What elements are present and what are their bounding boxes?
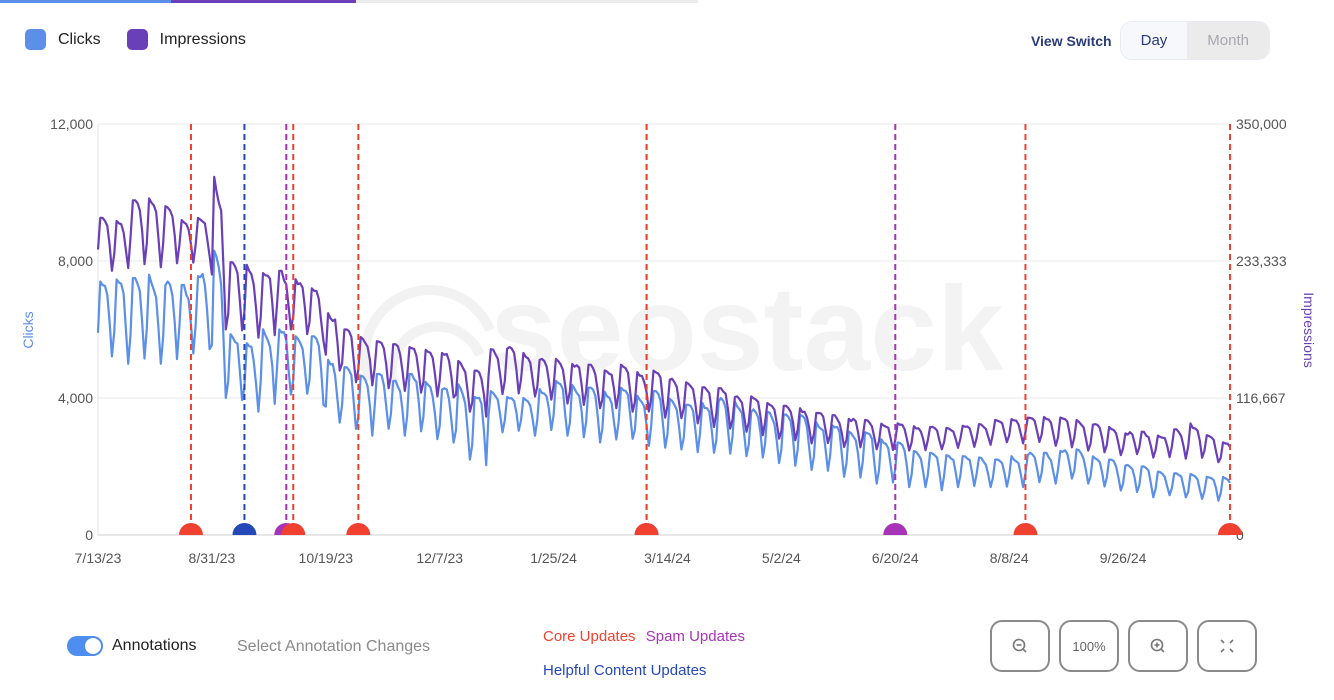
annotation-marker-icon	[178, 523, 203, 535]
annotation-marker-icon	[1218, 523, 1242, 535]
select-annotation-changes[interactable]: Select Annotation Changes	[237, 638, 430, 656]
x-tick-label: 9/26/24	[1100, 550, 1147, 566]
annotation-legend: Core Updates Spam Updates Helpful Conten…	[543, 620, 745, 688]
zoom-controls: 100%	[990, 620, 1257, 672]
x-tick-label: 5/2/24	[762, 550, 801, 566]
watermark-logo-icon	[360, 285, 495, 392]
annotations-toggle-group: Annotations	[67, 636, 197, 656]
annotation-marker-icon	[883, 523, 908, 535]
y-right-tick-label: 350,000	[1236, 116, 1287, 132]
x-axis: 7/13/23 8/31/23 10/19/23 12/7/23 1/25/24 3/14…	[75, 550, 1147, 566]
legend-label-impressions: Impressions	[159, 30, 246, 48]
y-axis-left: 0 4,000 8,000 12,000	[50, 116, 93, 543]
zoom-level-button[interactable]: 100%	[1059, 620, 1119, 672]
annotation-marker-icon	[634, 523, 659, 535]
fit-screen-icon	[1220, 639, 1234, 653]
clicks-swatch-icon	[25, 29, 46, 50]
x-tick-label: 7/13/23	[75, 550, 122, 566]
view-month-button[interactable]: Month	[1187, 22, 1269, 59]
view-switch-group: Day Month	[1119, 21, 1270, 60]
zoom-out-button[interactable]	[990, 620, 1050, 672]
x-tick-label: 1/25/24	[530, 550, 577, 566]
x-tick-label: 10/19/23	[299, 550, 354, 566]
zoom-in-button[interactable]	[1128, 620, 1188, 672]
fit-screen-button[interactable]	[1197, 620, 1257, 672]
x-tick-label: 6/20/24	[872, 550, 919, 566]
chart-footer: Annotations Select Annotation Changes Co…	[0, 610, 1334, 700]
watermark-text: seostack	[490, 262, 1004, 396]
annotations-toggle[interactable]	[67, 636, 103, 656]
view-day-button[interactable]: Day	[1120, 22, 1188, 59]
legend-item-clicks[interactable]: Clicks	[25, 29, 101, 50]
view-switch-label: View Switch	[1030, 32, 1112, 49]
y-left-tick-label: 4,000	[58, 390, 93, 406]
annotation-legend-core[interactable]: Core Updates	[543, 628, 636, 645]
legend-label-clicks: Clicks	[58, 30, 101, 48]
chart-legend: Clicks Impressions	[25, 29, 272, 50]
progress-segment-clicks	[0, 0, 171, 3]
annotation-marker-icon	[232, 523, 257, 535]
zoom-in-icon	[1150, 638, 1165, 653]
impressions-swatch-icon	[126, 29, 148, 50]
progress-bar	[0, 0, 698, 3]
y-axis-right: 0116,667233,333350,000	[1236, 116, 1287, 543]
view-switch: View Switch Day Month	[1031, 21, 1270, 60]
x-tick-label: 8/8/24	[990, 550, 1029, 566]
line-chart: seostack 0 4,000 8,000 12,000 0 116,667 233,3…	[20, 116, 1317, 566]
legend-item-impressions[interactable]: Impressions	[126, 29, 246, 50]
y-right-tick-label: 116,667	[1236, 390, 1286, 406]
y-left-tick-label: 8,000	[58, 253, 93, 269]
progress-segment-impressions	[170, 0, 357, 3]
zoom-out-icon	[1012, 638, 1027, 653]
y-left-tick-label: 12,000	[50, 116, 93, 132]
watermark: seostack	[360, 262, 1004, 396]
x-tick-label: 12/7/23	[416, 550, 463, 566]
toggle-knob	[85, 638, 101, 654]
x-tick-label: 3/14/24	[644, 550, 691, 566]
annotation-marker-icon	[1013, 523, 1038, 535]
annotation-legend-helpful[interactable]: Helpful Content Updates	[543, 662, 706, 679]
annotation-marker-icon	[346, 523, 371, 535]
y-right-tick-label: 233,333	[1236, 253, 1287, 269]
x-tick-label: 8/31/23	[189, 550, 236, 566]
annotation-legend-spam[interactable]: Spam Updates	[646, 628, 745, 645]
annotations-toggle-label: Annotations	[112, 637, 197, 654]
y-axis-right-title: Impressions	[1301, 292, 1317, 367]
y-axis-left-title: Clicks	[20, 311, 36, 348]
y-left-tick-label: 0	[85, 527, 93, 543]
